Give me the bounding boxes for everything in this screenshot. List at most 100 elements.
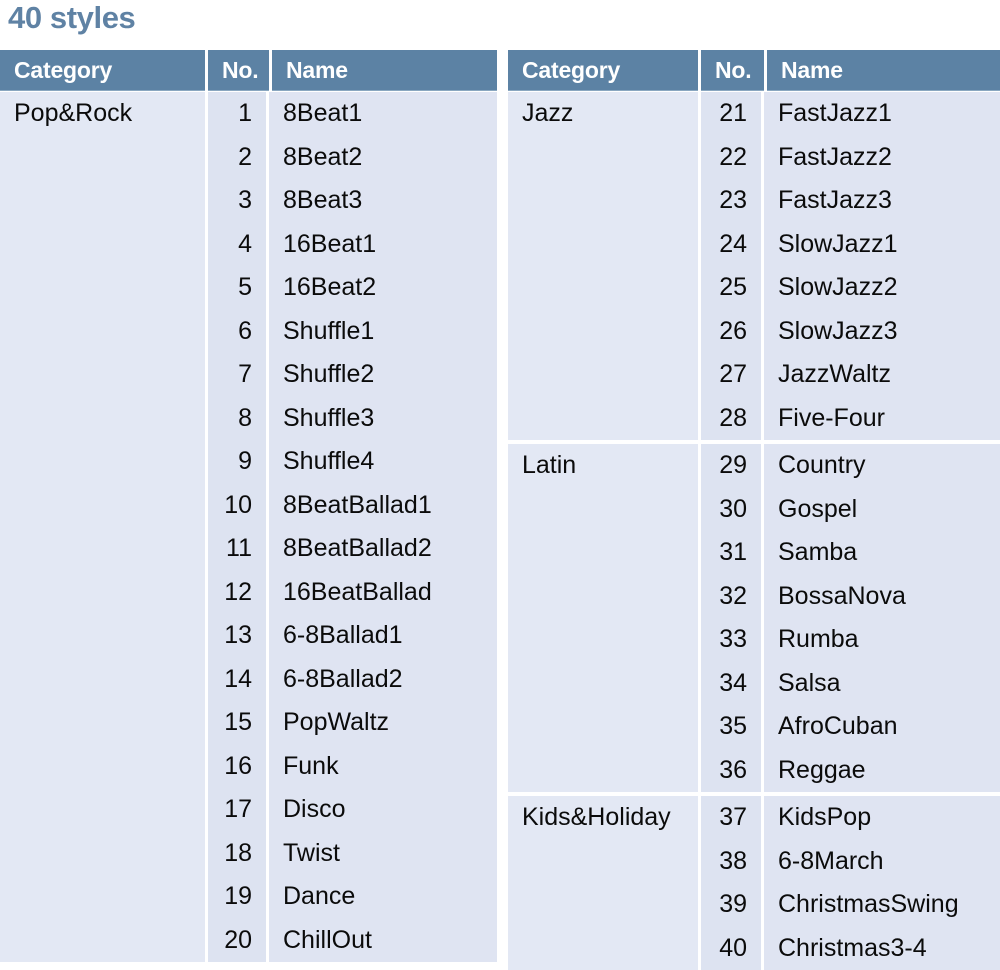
category-group: Latin 29 Country 30 Gospel 31 [508,440,1000,792]
table-row[interactable]: 29 Country [701,444,1000,488]
row-number: 39 [701,883,764,927]
table-row[interactable]: 7 Shuffle2 [208,353,497,397]
table-row[interactable]: 36 Reggae [701,749,1000,793]
table-row[interactable]: 15 PopWaltz [208,701,497,745]
row-name: Country [764,444,1000,488]
row-number: 12 [208,571,269,615]
row-number: 6 [208,310,269,354]
style-table-left: Category No. Name Pop&Rock 1 8Beat1 [0,50,497,964]
row-number: 9 [208,440,269,484]
table-row[interactable]: 18 Twist [208,832,497,876]
row-name: 6-8Ballad1 [269,614,497,658]
row-name: FastJazz1 [764,92,1000,136]
row-number: 19 [208,875,269,919]
table-row[interactable]: 23 FastJazz3 [701,179,1000,223]
row-number: 25 [701,266,764,310]
table-row[interactable]: 35 AfroCuban [701,705,1000,749]
table-row[interactable]: 34 Salsa [701,662,1000,706]
row-number: 21 [701,92,764,136]
table-row[interactable]: 8 Shuffle3 [208,397,497,441]
row-name: Christmas3-4 [764,927,1000,970]
table-row[interactable]: 1 8Beat1 [208,92,497,136]
row-name: KidsPop [764,796,1000,840]
table-row[interactable]: 17 Disco [208,788,497,832]
table-row[interactable]: 12 16BeatBallad [208,571,497,615]
row-number: 33 [701,618,764,662]
style-list-page: 40 styles Category No. Name Pop&Rock 1 [0,0,1000,964]
table-row[interactable]: 4 16Beat1 [208,223,497,267]
style-rows: 21 FastJazz1 22 FastJazz2 23 FastJazz3 [701,92,1000,440]
category-label: Kids&Holiday [508,796,698,970]
table-row[interactable]: 9 Shuffle4 [208,440,497,484]
row-number: 30 [701,488,764,532]
row-name: BossaNova [764,575,1000,619]
row-name: 8Beat2 [269,136,497,180]
category-group: Jazz 21 FastJazz1 22 FastJazz2 23 [508,92,1000,440]
table-row[interactable]: 2 8Beat2 [208,136,497,180]
table-row[interactable]: 39 ChristmasSwing [701,883,1000,927]
row-number: 4 [208,223,269,267]
category-label: Pop&Rock [0,92,205,962]
row-name: Rumba [764,618,1000,662]
table-row[interactable]: 22 FastJazz2 [701,136,1000,180]
table-row[interactable]: 26 SlowJazz3 [701,310,1000,354]
row-name: PopWaltz [269,701,497,745]
table-row[interactable]: 21 FastJazz1 [701,92,1000,136]
table-row[interactable]: 13 6-8Ballad1 [208,614,497,658]
row-number: 29 [701,444,764,488]
row-number: 13 [208,614,269,658]
row-number: 15 [208,701,269,745]
row-name: Dance [269,875,497,919]
table-row[interactable]: 38 6-8March [701,840,1000,884]
table-row[interactable]: 3 8Beat3 [208,179,497,223]
table-row[interactable]: 16 Funk [208,745,497,789]
table-row[interactable]: 24 SlowJazz1 [701,223,1000,267]
table-row[interactable]: 6 Shuffle1 [208,310,497,354]
table-row[interactable]: 20 ChillOut [208,919,497,963]
row-name: 16BeatBallad [269,571,497,615]
row-name: 8BeatBallad1 [269,484,497,528]
table-row[interactable]: 27 JazzWaltz [701,353,1000,397]
table-row[interactable]: 10 8BeatBallad1 [208,484,497,528]
column-header-category: Category [0,50,205,91]
row-name: ChristmasSwing [764,883,1000,927]
row-number: 34 [701,662,764,706]
row-number: 5 [208,266,269,310]
table-header-row-left: Category No. Name [0,50,497,92]
table-row[interactable]: 14 6-8Ballad2 [208,658,497,702]
row-number: 28 [701,397,764,441]
table-row[interactable]: 32 BossaNova [701,575,1000,619]
row-name: 16Beat2 [269,266,497,310]
row-number: 31 [701,531,764,575]
table-row[interactable]: 19 Dance [208,875,497,919]
table-row[interactable]: 25 SlowJazz2 [701,266,1000,310]
row-name: FastJazz2 [764,136,1000,180]
table-row[interactable]: 40 Christmas3-4 [701,927,1000,970]
row-number: 3 [208,179,269,223]
row-number: 22 [701,136,764,180]
table-row[interactable]: 30 Gospel [701,488,1000,532]
table-spacer [497,50,508,964]
row-name: 6-8Ballad2 [269,658,497,702]
row-name: Shuffle4 [269,440,497,484]
row-name: 8BeatBallad2 [269,527,497,571]
table-row[interactable]: 5 16Beat2 [208,266,497,310]
table-body-left: Pop&Rock 1 8Beat1 2 8Beat2 3 [0,92,497,964]
table-row[interactable]: 28 Five-Four [701,397,1000,441]
category-group: Pop&Rock 1 8Beat1 2 8Beat2 3 [0,92,497,962]
row-name: 8Beat3 [269,179,497,223]
row-number: 8 [208,397,269,441]
style-rows: 1 8Beat1 2 8Beat2 3 8Beat3 4 [208,92,497,962]
table-row[interactable]: 11 8BeatBallad2 [208,527,497,571]
table-row[interactable]: 31 Samba [701,531,1000,575]
column-header-no: No. [208,50,269,91]
row-number: 17 [208,788,269,832]
table-row[interactable]: 33 Rumba [701,618,1000,662]
row-name: Samba [764,531,1000,575]
row-name: JazzWaltz [764,353,1000,397]
row-number: 20 [208,919,269,963]
table-row[interactable]: 37 KidsPop [701,796,1000,840]
row-number: 36 [701,749,764,793]
row-number: 24 [701,223,764,267]
row-number: 35 [701,705,764,749]
